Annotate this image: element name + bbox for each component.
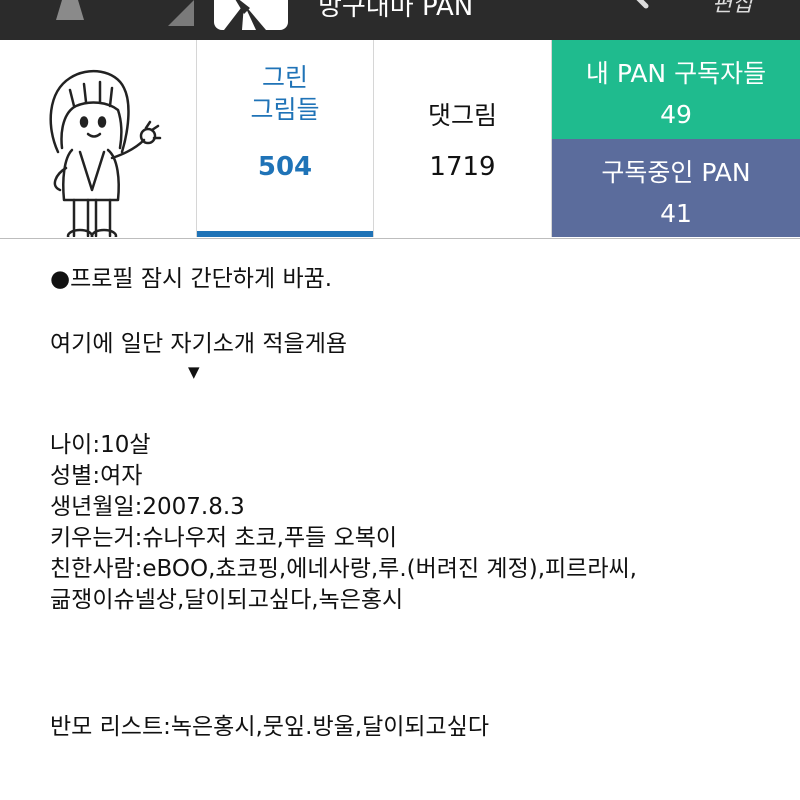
- back-icon[interactable]: [40, 0, 100, 20]
- bio-friends-line-2: 긂쟁이슈넬상,달이되고싶다,녹은홍시: [50, 587, 404, 613]
- bio-friends-line-1: 친한사람:eBOO,쵸코핑,에네사랑,루.(버려진 계정),피르라씨,: [50, 556, 637, 582]
- subscribing-count: 41: [660, 199, 692, 228]
- edit-button[interactable]: 편집: [712, 0, 752, 18]
- subscribing-label: 구독중인 PAN: [601, 158, 751, 187]
- app-top-bar: 방구대마 PAN 편집: [0, 0, 800, 40]
- subscribing-button[interactable]: 구독중인 PAN 41: [552, 139, 800, 237]
- bio-intro-line: 여기에 일단 자기소개 적을게욤: [50, 331, 348, 357]
- drawn-pictures-label: 그린 그림들: [197, 62, 373, 126]
- reply-pictures-count: 1719: [429, 152, 496, 182]
- my-subscribers-label: 내 PAN 구독자들: [585, 59, 767, 88]
- pan-title: 방구대마 PAN: [318, 0, 474, 22]
- selected-tab-indicator: [197, 231, 373, 237]
- tab-drawn-pictures[interactable]: 그린 그림들 504: [197, 40, 374, 237]
- avatar-drawing: [49, 70, 162, 244]
- bio-age-line: 나이:10살: [50, 432, 151, 458]
- drawn-label-line2: 그림들: [250, 95, 320, 124]
- tab-reply-pictures[interactable]: 댓그림 1719: [374, 40, 552, 237]
- bio-pets-line: 키우는거:슈나우저 초코,푸들 오복이: [50, 525, 398, 551]
- bio-banmo-line: 반모 리스트:녹은홍시,뭇잎.방울,달이되고싶다: [50, 714, 490, 740]
- search-icon[interactable]: [618, 0, 658, 12]
- drawn-label-line1: 그린: [261, 63, 308, 92]
- bio-birth-line: 생년월일:2007.8.3: [50, 494, 245, 520]
- avatar[interactable]: [0, 40, 197, 244]
- drawn-pictures-count: 504: [257, 152, 313, 182]
- pan-logo: [214, 0, 288, 30]
- profile-bio: ●프로필 잠시 간단하게 바꿈. 여기에 일단 자기소개 적을게욤 ▼ 나이:1…: [50, 264, 770, 743]
- down-arrow-icon: ▼: [188, 363, 200, 381]
- my-subscribers-button[interactable]: 내 PAN 구독자들 49: [552, 40, 800, 139]
- profile-stats-strip: 그린 그림들 504 댓그림 1719 내 PAN 구독자들 49 구독중인 P…: [0, 40, 800, 244]
- my-subscribers-count: 49: [660, 100, 692, 129]
- bio-gender-line: 성별:여자: [50, 463, 143, 489]
- reply-pictures-label: 댓그림: [427, 101, 497, 130]
- corner-fold-icon: [168, 0, 194, 26]
- bio-notice-line: ●프로필 잠시 간단하게 바꿈.: [50, 266, 333, 292]
